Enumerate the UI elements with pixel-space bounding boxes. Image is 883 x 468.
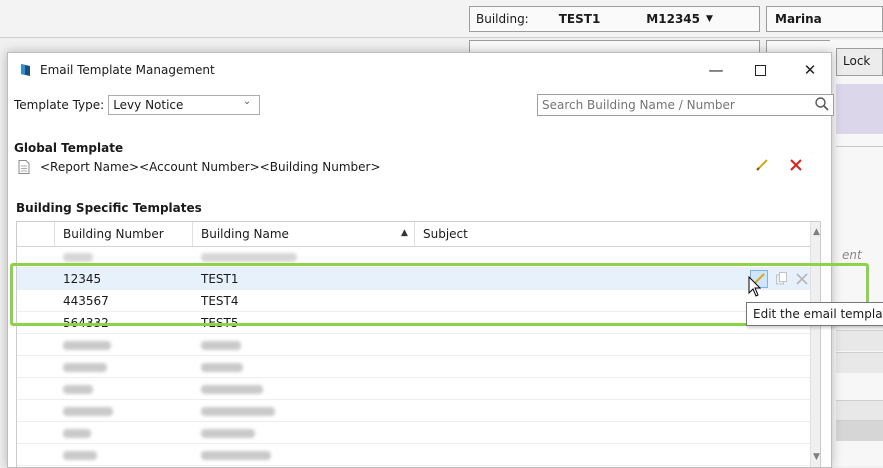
chevron-down-icon: ⌄ bbox=[242, 96, 252, 107]
building-number: M12345 bbox=[646, 12, 700, 26]
table-row[interactable] bbox=[17, 400, 810, 422]
table-row[interactable]: 443567 TEST4 bbox=[17, 290, 810, 312]
building-selector[interactable]: Building: TEST1 M12345 ▼ bbox=[469, 6, 760, 32]
email-template-dialog: Email Template Management — ✕ Template T… bbox=[7, 52, 834, 468]
building-number-cell: 12345 bbox=[63, 272, 102, 286]
title-bar: Email Template Management — ✕ bbox=[8, 53, 831, 87]
redacted-text bbox=[63, 450, 97, 460]
background-row bbox=[836, 400, 883, 421]
redacted-text bbox=[201, 428, 255, 438]
background-row bbox=[836, 330, 883, 351]
background-row bbox=[836, 352, 883, 373]
scroll-down-icon[interactable]: ▼ bbox=[813, 452, 820, 462]
close-icon[interactable] bbox=[796, 273, 808, 285]
divider bbox=[836, 146, 883, 147]
building-templates-grid: Building Number Building Name ▲ Subject … bbox=[16, 221, 821, 467]
redacted-text bbox=[63, 428, 91, 438]
redacted-text bbox=[201, 362, 243, 372]
background-accent-panel bbox=[836, 84, 883, 134]
global-template-row: <Report Name><Account Number><Building N… bbox=[18, 157, 381, 177]
building-name: TEST1 bbox=[558, 12, 601, 26]
global-template-subject: <Report Name><Account Number><Building N… bbox=[40, 160, 381, 174]
redacted-text bbox=[201, 340, 241, 350]
building-name-cell: TEST5 bbox=[201, 316, 239, 330]
background-row bbox=[836, 420, 883, 441]
mouse-cursor-icon bbox=[748, 276, 762, 297]
building-number-cell: 564332 bbox=[63, 316, 109, 330]
maximize-icon bbox=[754, 64, 766, 76]
minimize-button[interactable]: — bbox=[696, 56, 736, 84]
pencil-icon[interactable] bbox=[754, 157, 770, 173]
table-row[interactable] bbox=[17, 334, 810, 356]
toolbar-strip bbox=[469, 40, 760, 52]
redacted-text bbox=[201, 252, 297, 262]
table-row[interactable] bbox=[17, 378, 810, 400]
table-row[interactable] bbox=[17, 356, 810, 378]
building-name-cell: TEST4 bbox=[201, 294, 239, 308]
redacted-text bbox=[63, 252, 93, 262]
background-partial-text: ent bbox=[842, 248, 862, 262]
document-icon bbox=[18, 160, 30, 174]
user-box[interactable]: Marina bbox=[766, 6, 883, 32]
template-type-value: Levy Notice bbox=[113, 98, 184, 112]
global-template-heading: Global Template bbox=[14, 141, 124, 155]
column-subject[interactable]: Subject bbox=[415, 222, 810, 246]
redacted-text bbox=[63, 384, 93, 394]
building-label: Building: bbox=[476, 12, 529, 26]
building-number-cell: 443567 bbox=[63, 294, 109, 308]
dialog-title: Email Template Management bbox=[40, 63, 215, 77]
grid-header: Building Number Building Name ▲ Subject bbox=[17, 222, 810, 247]
column-building-name[interactable]: Building Name ▲ bbox=[193, 222, 415, 246]
template-type-label: Template Type: bbox=[14, 98, 105, 112]
sort-ascending-icon: ▲ bbox=[401, 228, 408, 238]
lock-label: Lock bbox=[843, 54, 871, 68]
app-icon bbox=[21, 64, 30, 76]
grid-row-header-col bbox=[17, 222, 55, 246]
redacted-text bbox=[63, 340, 111, 350]
toolbar-strip-right bbox=[766, 40, 836, 52]
redacted-text bbox=[201, 450, 271, 460]
building-name-cell: TEST1 bbox=[201, 272, 239, 286]
chevron-down-icon: ▼ bbox=[706, 14, 713, 24]
redacted-text bbox=[63, 406, 113, 416]
close-icon[interactable] bbox=[788, 157, 804, 173]
table-row[interactable] bbox=[17, 444, 810, 466]
search-input[interactable] bbox=[537, 94, 834, 116]
redacted-text bbox=[201, 384, 263, 394]
lock-button[interactable]: Lock bbox=[836, 48, 883, 76]
tooltip: Edit the email template bbox=[746, 302, 883, 326]
template-type-select[interactable]: Levy Notice ⌄ bbox=[108, 95, 261, 115]
building-templates-heading: Building Specific Templates bbox=[16, 201, 202, 215]
search-icon[interactable] bbox=[814, 96, 830, 112]
table-row[interactable] bbox=[17, 246, 810, 268]
template-type-row: Template Type: Levy Notice ⌄ bbox=[14, 94, 261, 116]
table-row[interactable] bbox=[17, 422, 810, 444]
table-row[interactable]: 564332 TEST5 bbox=[17, 312, 810, 334]
user-name: Marina bbox=[775, 12, 822, 26]
maximize-button[interactable] bbox=[740, 56, 780, 84]
redacted-text bbox=[201, 406, 275, 416]
column-building-number[interactable]: Building Number bbox=[55, 222, 193, 246]
scroll-up-icon[interactable]: ▲ bbox=[813, 227, 820, 237]
redacted-text bbox=[63, 362, 107, 372]
table-row[interactable]: 12345 TEST1 bbox=[17, 268, 810, 290]
close-button[interactable]: ✕ bbox=[790, 56, 830, 84]
copy-icon[interactable] bbox=[776, 272, 788, 286]
vertical-scrollbar[interactable] bbox=[810, 222, 820, 467]
